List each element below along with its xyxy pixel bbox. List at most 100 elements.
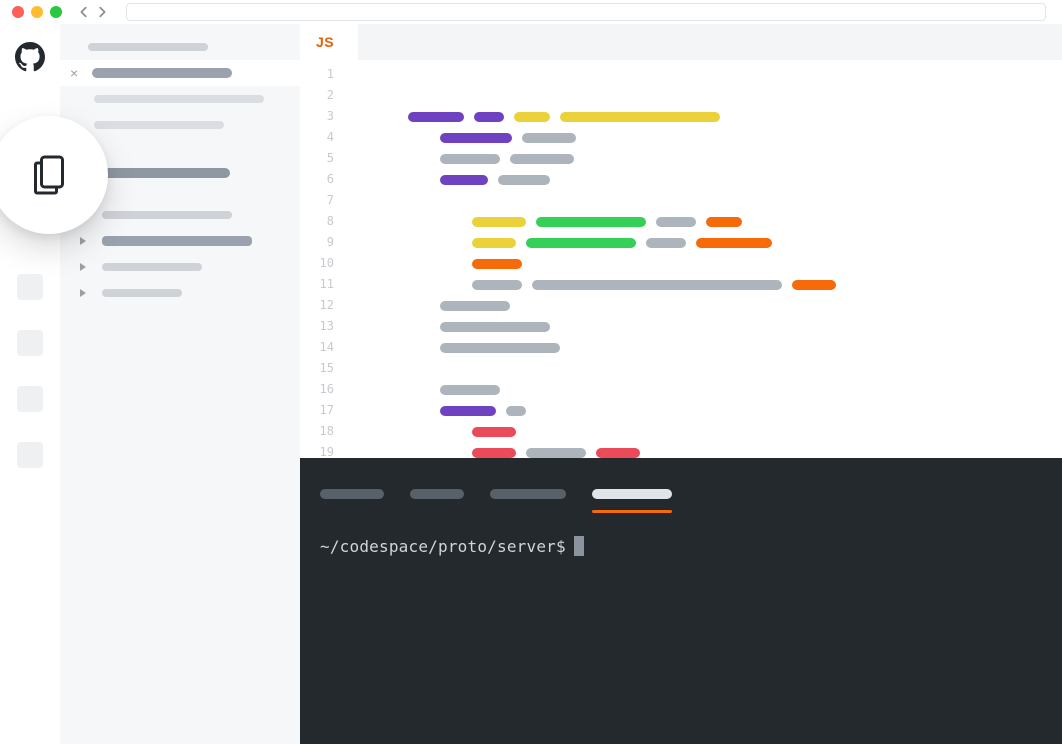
- terminal-tab[interactable]: [410, 489, 464, 499]
- window-minimize-button[interactable]: [31, 6, 43, 18]
- files-icon: [31, 155, 67, 195]
- chevron-right-icon: [80, 263, 86, 271]
- line-number-gutter: 12345678910111213141516171819: [300, 60, 344, 458]
- code-line: [344, 442, 1062, 458]
- code-line: [344, 211, 1062, 232]
- code-line: [344, 169, 1062, 190]
- nav-arrows: [76, 4, 110, 20]
- nav-forward-button[interactable]: [94, 4, 110, 20]
- activity-item[interactable]: [17, 386, 43, 412]
- code-token: [536, 217, 646, 227]
- code-token: [440, 322, 550, 332]
- activity-item[interactable]: [17, 274, 43, 300]
- line-number: 16: [300, 379, 334, 400]
- editor-tabstrip-empty: [358, 24, 1062, 60]
- activity-item[interactable]: [17, 442, 43, 468]
- code-token: [696, 238, 772, 248]
- code-token: [596, 448, 640, 458]
- tab-language-badge: JS: [316, 34, 334, 50]
- code-token: [646, 238, 686, 248]
- code-editor[interactable]: 12345678910111213141516171819: [300, 60, 1062, 458]
- code-token: [472, 280, 522, 290]
- file-row[interactable]: [60, 86, 300, 112]
- line-number: 9: [300, 232, 334, 253]
- code-token: [440, 175, 488, 185]
- code-line: [344, 253, 1062, 274]
- code-token: [440, 406, 496, 416]
- terminal-tabs: [300, 458, 1062, 512]
- open-editor-row[interactable]: ×: [60, 60, 300, 86]
- line-number: 3: [300, 106, 334, 127]
- file-row[interactable]: [60, 112, 300, 138]
- code-line: [344, 190, 1062, 211]
- code-line: [344, 148, 1062, 169]
- code-line: [344, 85, 1062, 106]
- terminal-tab[interactable]: [320, 489, 384, 499]
- code-token: [472, 259, 522, 269]
- code-token: [792, 280, 836, 290]
- code-area[interactable]: [344, 60, 1062, 458]
- editor-tab-active[interactable]: JS: [300, 24, 350, 60]
- tree-item[interactable]: [60, 228, 300, 254]
- code-line: [344, 379, 1062, 400]
- tree-item[interactable]: [60, 254, 300, 280]
- close-icon[interactable]: ×: [70, 65, 78, 81]
- code-token: [472, 238, 516, 248]
- line-number: 6: [300, 169, 334, 190]
- code-line: [344, 274, 1062, 295]
- activity-item[interactable]: [17, 330, 43, 356]
- explorer-header-row[interactable]: [60, 34, 300, 60]
- code-token: [440, 133, 512, 143]
- terminal-prompt: ~/codespace/proto/server$: [320, 537, 566, 556]
- code-token: [532, 280, 782, 290]
- code-line: [344, 421, 1062, 442]
- editor-tabstrip: JS: [300, 24, 1062, 60]
- code-token: [656, 217, 696, 227]
- terminal-tab-active[interactable]: [592, 489, 672, 499]
- code-line: [344, 232, 1062, 253]
- terminal-panel: ~/codespace/proto/server$: [300, 458, 1062, 744]
- code-token: [526, 238, 636, 248]
- chevron-right-icon: [80, 289, 86, 297]
- code-token: [472, 448, 516, 458]
- address-bar[interactable]: [126, 3, 1046, 21]
- window-titlebar: [0, 0, 1062, 24]
- code-token: [526, 448, 586, 458]
- line-number: 8: [300, 211, 334, 232]
- line-number: 17: [300, 400, 334, 421]
- line-number: 10: [300, 253, 334, 274]
- line-number: 13: [300, 316, 334, 337]
- code-token: [498, 175, 550, 185]
- code-line: [344, 400, 1062, 421]
- code-token: [506, 406, 526, 416]
- activity-items: [0, 274, 60, 468]
- code-token: [472, 427, 516, 437]
- line-number: 1: [300, 64, 334, 85]
- terminal-tab[interactable]: [490, 489, 566, 499]
- terminal-body[interactable]: ~/codespace/proto/server$: [300, 512, 1062, 556]
- code-token: [706, 217, 742, 227]
- code-token: [514, 112, 550, 122]
- code-token: [440, 385, 500, 395]
- code-token: [474, 112, 504, 122]
- code-token: [408, 112, 464, 122]
- line-number: 12: [300, 295, 334, 316]
- line-number: 4: [300, 127, 334, 148]
- code-line: [344, 316, 1062, 337]
- tree-item[interactable]: [60, 280, 300, 306]
- code-token: [440, 343, 560, 353]
- code-token: [510, 154, 574, 164]
- code-token: [472, 217, 526, 227]
- window-zoom-button[interactable]: [50, 6, 62, 18]
- line-number: 2: [300, 85, 334, 106]
- chevron-right-icon: [80, 237, 86, 245]
- window-close-button[interactable]: [12, 6, 24, 18]
- line-number: 7: [300, 190, 334, 211]
- code-token: [440, 154, 500, 164]
- code-line: [344, 337, 1062, 358]
- editor-column: JS 12345678910111213141516171819 ~/codes…: [300, 24, 1062, 744]
- window-controls: [12, 6, 62, 18]
- github-icon[interactable]: [15, 42, 45, 72]
- line-number: 11: [300, 274, 334, 295]
- nav-back-button[interactable]: [76, 4, 92, 20]
